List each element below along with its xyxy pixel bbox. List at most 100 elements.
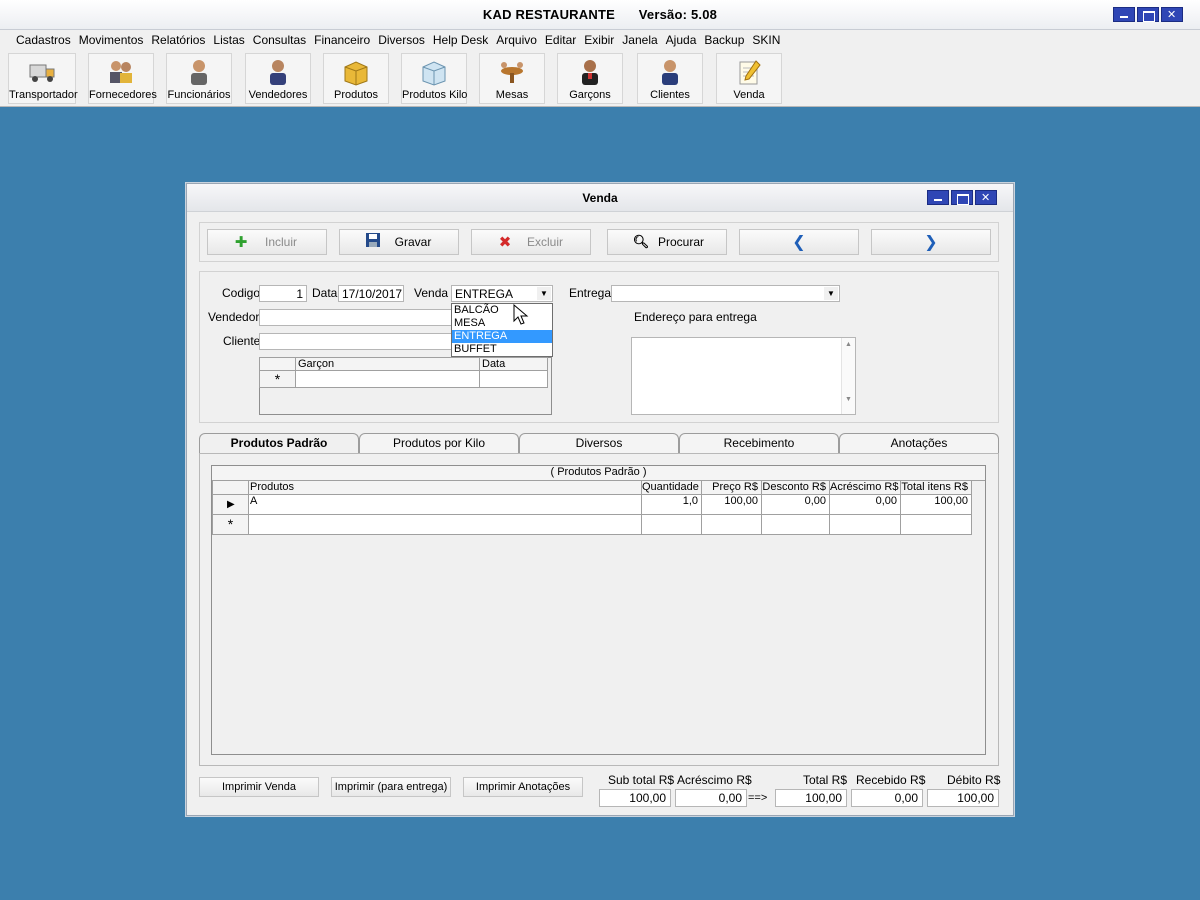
- venda-option-balcao[interactable]: BALCÃO: [452, 304, 552, 317]
- maximize-button[interactable]: [1137, 7, 1159, 22]
- toolbar-fornecedores-button[interactable]: Fornecedores: [88, 53, 157, 104]
- menu-listas[interactable]: Listas: [209, 33, 248, 47]
- endereco-scrollbar[interactable]: ▲ ▼: [841, 338, 855, 414]
- col-header-quantidade[interactable]: Quantidade: [641, 480, 702, 495]
- garcon-new-row-data-cell[interactable]: [479, 370, 548, 388]
- col-header-total-itens[interactable]: Total itens R$: [900, 480, 972, 495]
- menu-movimentos[interactable]: Movimentos: [75, 33, 148, 47]
- venda-maximize-button[interactable]: [951, 190, 973, 205]
- new-row-desconto[interactable]: [761, 514, 830, 535]
- arrow-indicator: ==>: [748, 792, 768, 804]
- table-row-total[interactable]: 100,00: [900, 494, 972, 515]
- suppliers-icon: [110, 61, 132, 83]
- col-header-acrescimo[interactable]: Acréscimo R$: [829, 480, 901, 495]
- new-row-acrescimo[interactable]: [829, 514, 901, 535]
- cliente-label: Cliente: [223, 334, 261, 348]
- new-row-total[interactable]: [900, 514, 972, 535]
- employee-icon: [191, 60, 207, 85]
- notepad-pencil-icon: [739, 60, 761, 85]
- garcon-new-row-cell[interactable]: [295, 370, 480, 388]
- garcon-col-header[interactable]: Garçon: [295, 357, 480, 371]
- debito-field[interactable]: 100,00: [927, 789, 999, 807]
- toolbar-transportador-button[interactable]: Transportador: [8, 53, 78, 104]
- toolbar-vendedores-button[interactable]: Vendedores: [245, 53, 311, 104]
- chevron-down-icon[interactable]: ▼: [537, 287, 551, 300]
- table-row-produto[interactable]: A: [248, 494, 642, 515]
- col-header-preco[interactable]: Preço R$: [701, 480, 762, 495]
- toolbar-produtos-kilo-button[interactable]: Produtos Kilo: [401, 53, 467, 104]
- recebido-label: Recebido R$: [856, 773, 926, 787]
- truck-icon: [29, 64, 55, 82]
- subtotal-field[interactable]: 100,00: [599, 789, 671, 807]
- excluir-button[interactable]: ✖ Excluir: [471, 229, 591, 255]
- cliente-field[interactable]: [259, 333, 453, 350]
- table-row-desconto[interactable]: 0,00: [761, 494, 830, 515]
- table-row-preco[interactable]: 100,00: [701, 494, 762, 515]
- codigo-field[interactable]: 1: [259, 285, 307, 302]
- venda-option-buffet[interactable]: BUFFET: [452, 343, 552, 356]
- venda-minimize-button[interactable]: [927, 190, 949, 205]
- chevron-down-icon[interactable]: ▼: [824, 287, 838, 300]
- menu-editar[interactable]: Editar: [541, 33, 580, 47]
- venda-option-mesa[interactable]: MESA: [452, 317, 552, 330]
- menu-consultas[interactable]: Consultas: [249, 33, 310, 47]
- recebido-field[interactable]: 0,00: [851, 789, 923, 807]
- close-button[interactable]: [1161, 7, 1183, 22]
- menu-janela[interactable]: Janela: [618, 33, 661, 47]
- tab-recebimento[interactable]: Recebimento: [679, 433, 839, 454]
- new-row-produto[interactable]: [248, 514, 642, 535]
- venda-option-entrega[interactable]: ENTREGA: [452, 330, 552, 343]
- tab-produtos-padrao[interactable]: Produtos Padrão: [199, 433, 359, 455]
- venda-window-controls: [927, 190, 997, 205]
- toolbar-venda-button[interactable]: Venda: [716, 53, 782, 104]
- menu-cadastros[interactable]: Cadastros: [12, 33, 75, 47]
- venda-type-select[interactable]: ENTREGA ▼: [451, 285, 553, 302]
- minimize-button[interactable]: [1113, 7, 1135, 22]
- data-field[interactable]: 17/10/2017: [338, 285, 404, 302]
- acrescimo-field[interactable]: 0,00: [675, 789, 747, 807]
- toolbar-mesas-button[interactable]: Mesas: [479, 53, 545, 104]
- menu-ajuda[interactable]: Ajuda: [662, 33, 701, 47]
- tab-produtos-por-kilo[interactable]: Produtos por Kilo: [359, 433, 519, 454]
- menu-exibir[interactable]: Exibir: [580, 33, 618, 47]
- new-row-preco[interactable]: [701, 514, 762, 535]
- scroll-down-icon[interactable]: ▼: [842, 396, 855, 403]
- vendedor-field[interactable]: [259, 309, 453, 326]
- total-field[interactable]: 100,00: [775, 789, 847, 807]
- entrega-select[interactable]: ▼: [611, 285, 840, 302]
- menu-skin[interactable]: SKIN: [748, 33, 784, 47]
- imprimir-entrega-button[interactable]: Imprimir (para entrega): [331, 777, 451, 797]
- col-header-desconto[interactable]: Desconto R$: [761, 480, 830, 495]
- imprimir-venda-button[interactable]: Imprimir Venda: [199, 777, 319, 797]
- menu-diversos[interactable]: Diversos: [374, 33, 429, 47]
- toolbar-clientes-button[interactable]: Clientes: [637, 53, 703, 104]
- row-selector-arrow-icon[interactable]: ▶: [212, 494, 249, 515]
- menu-backup[interactable]: Backup: [700, 33, 748, 47]
- table-row-quantidade[interactable]: 1,0: [641, 494, 702, 515]
- new-row-quantidade[interactable]: [641, 514, 702, 535]
- next-record-button[interactable]: ❯: [871, 229, 991, 255]
- toolbar-produtos-button[interactable]: Produtos: [323, 53, 389, 104]
- menu-relatorios[interactable]: Relatórios: [147, 33, 209, 47]
- previous-record-button[interactable]: ❮: [739, 229, 859, 255]
- debito-label: Débito R$: [947, 773, 1001, 787]
- toolbar-funcionarios-button[interactable]: Funcionários: [166, 53, 232, 104]
- tab-anotacoes[interactable]: Anotações: [839, 433, 999, 454]
- menu-help-desk[interactable]: Help Desk: [429, 33, 492, 47]
- venda-type-dropdown-list: BALCÃO MESA ENTREGA BUFFET: [451, 303, 553, 357]
- tab-diversos[interactable]: Diversos: [519, 433, 679, 454]
- menu-financeiro[interactable]: Financeiro: [310, 33, 374, 47]
- scroll-up-icon[interactable]: ▲: [842, 341, 855, 348]
- col-header-produtos[interactable]: Produtos: [248, 480, 642, 495]
- gravar-button[interactable]: Gravar: [339, 229, 459, 255]
- toolbar-garcons-button[interactable]: Garçons: [557, 53, 623, 104]
- menu-arquivo[interactable]: Arquivo: [492, 33, 541, 47]
- endereco-textarea[interactable]: ▲ ▼: [631, 337, 856, 415]
- main-toolbar: Transportador Fornecedores Funcionários …: [0, 50, 1200, 107]
- procurar-button[interactable]: 🔍︎ Procurar: [607, 229, 727, 255]
- table-row-acrescimo[interactable]: 0,00: [829, 494, 901, 515]
- incluir-button[interactable]: ✚ Incluir: [207, 229, 327, 255]
- imprimir-anotacoes-button[interactable]: Imprimir Anotações: [463, 777, 583, 797]
- venda-close-button[interactable]: [975, 190, 997, 205]
- garcon-data-col-header[interactable]: Data: [479, 357, 548, 371]
